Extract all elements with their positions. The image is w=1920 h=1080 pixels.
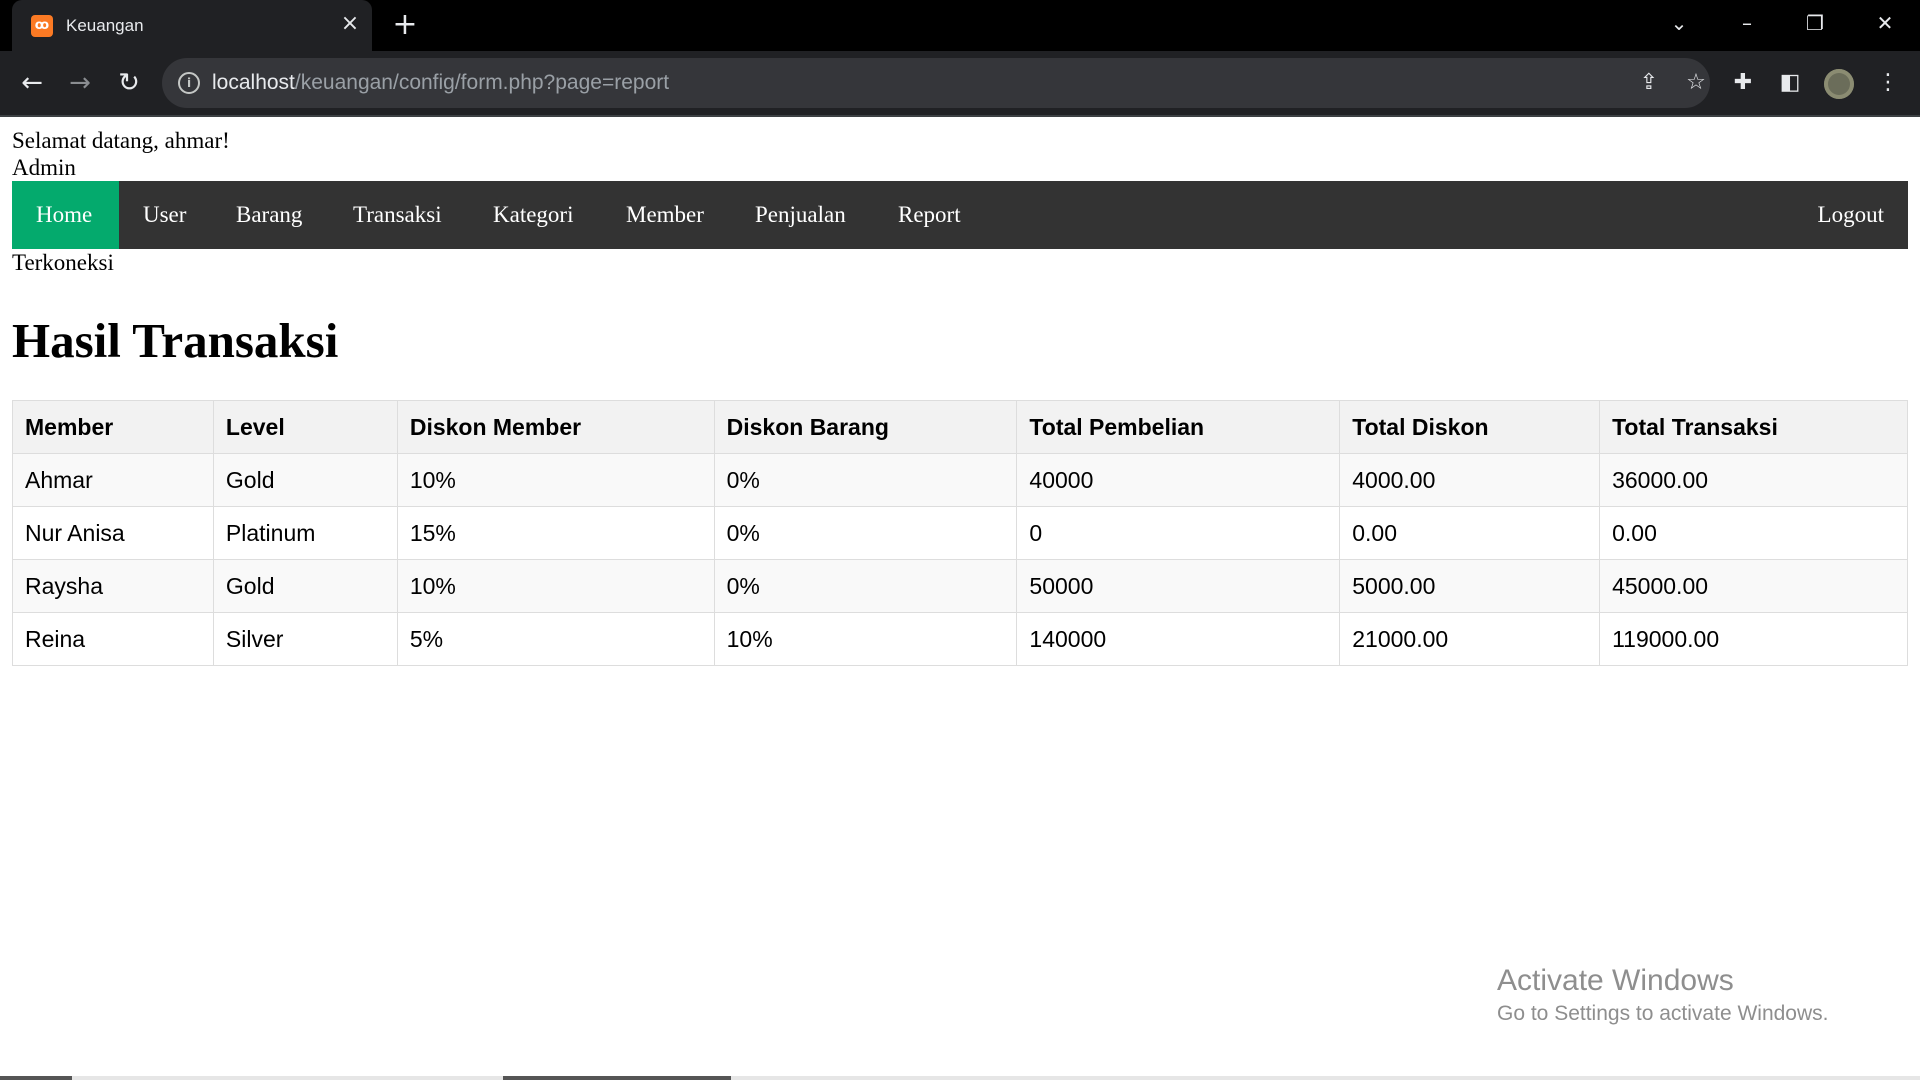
reload-icon[interactable]: ↻ [113, 67, 145, 99]
cell-diskon-barang: 0% [713, 559, 1018, 613]
cell-level: Platinum [212, 506, 398, 560]
cell-member: Ahmar [12, 453, 214, 507]
cell-diskon-barang: 10% [713, 612, 1018, 666]
connection-status: Terkoneksi [12, 250, 114, 275]
transaction-report-table: Member Level Diskon Member Diskon Barang… [12, 400, 1908, 666]
watermark-subtitle: Go to Settings to activate Windows. [1497, 1002, 1829, 1025]
cell-diskon-barang: 0% [713, 506, 1018, 560]
address-bar[interactable]: i localhost/keuangan/config/form.php?pag… [162, 58, 1710, 108]
share-icon[interactable]: ⇪ [1635, 69, 1663, 97]
table-header-row: Member Level Diskon Member Diskon Barang… [12, 400, 1908, 454]
table-row: Ahmar Gold 10% 0% 40000 4000.00 36000.00 [12, 453, 1908, 507]
cell-diskon-barang: 0% [713, 453, 1018, 507]
column-header-total-transaksi: Total Transaksi [1599, 400, 1908, 454]
side-panel-icon[interactable]: ◧ [1775, 68, 1805, 98]
cell-total-diskon: 5000.00 [1339, 559, 1601, 613]
column-header-total-diskon: Total Diskon [1339, 400, 1601, 454]
cell-total-diskon: 4000.00 [1339, 453, 1601, 507]
tab-search-chevron-icon[interactable]: ⌄ [1661, 8, 1697, 38]
cell-total-diskon: 0.00 [1339, 506, 1601, 560]
logout-link[interactable]: Logout [1794, 181, 1908, 249]
browser-toolbar: ← → ↻ i localhost/keuangan/config/form.p… [0, 51, 1920, 115]
column-header-member: Member [12, 400, 214, 454]
nav-kategori[interactable]: Kategori [469, 181, 597, 249]
nav-penjualan[interactable]: Penjualan [731, 181, 870, 249]
column-header-diskon-member: Diskon Member [396, 400, 715, 454]
cell-total-pembelian: 0 [1016, 506, 1341, 560]
taskbar-edge [0, 1076, 1920, 1080]
cell-diskon-member: 10% [396, 453, 715, 507]
cell-total-transaksi: 0.00 [1599, 506, 1908, 560]
close-tab-icon[interactable]: × [338, 12, 362, 36]
cell-level: Gold [212, 453, 398, 507]
cell-total-pembelian: 140000 [1016, 612, 1341, 666]
cell-total-pembelian: 50000 [1016, 559, 1341, 613]
nav-home[interactable]: Home [12, 181, 119, 249]
tab-title: Keuangan [66, 16, 144, 35]
browser-menu-icon[interactable]: ⋮ [1873, 68, 1903, 98]
page-content: Selamat datang, ahmar! Admin Home User B… [12, 117, 1908, 666]
nav-user[interactable]: User [119, 181, 210, 249]
table-row: Raysha Gold 10% 0% 50000 5000.00 45000.0… [12, 559, 1908, 613]
user-role: Admin [12, 155, 76, 180]
url-text[interactable]: localhost/keuangan/config/form.php?page=… [212, 70, 669, 96]
main-navbar: Home User Barang Transaksi Kategori Memb… [12, 181, 1908, 249]
cell-total-pembelian: 40000 [1016, 453, 1341, 507]
profile-avatar[interactable] [1824, 69, 1854, 99]
cell-total-diskon: 21000.00 [1339, 612, 1601, 666]
cell-total-transaksi: 119000.00 [1599, 612, 1908, 666]
bookmark-star-icon[interactable]: ☆ [1682, 69, 1710, 97]
column-header-total-pembelian: Total Pembelian [1016, 400, 1341, 454]
browser-tab[interactable]: ꝏ Keuangan × [12, 0, 372, 51]
windows-activation-watermark: Activate Windows Go to Settings to activ… [1497, 963, 1829, 1029]
new-tab-icon[interactable]: + [390, 10, 420, 40]
browser-tab-strip: ꝏ Keuangan × + ⌄ – ❐ ✕ [0, 0, 1920, 51]
back-arrow-icon[interactable]: ← [16, 67, 48, 99]
table-row: Nur Anisa Platinum 15% 0% 0 0.00 0.00 [12, 506, 1908, 560]
column-header-level: Level [212, 400, 398, 454]
nav-report[interactable]: Report [874, 181, 985, 249]
xampp-favicon-icon: ꝏ [31, 15, 53, 37]
restore-icon[interactable]: ❐ [1797, 8, 1833, 38]
cell-member: Reina [12, 612, 214, 666]
table-row: Reina Silver 5% 10% 140000 21000.00 1190… [12, 612, 1908, 666]
forward-arrow-icon[interactable]: → [64, 67, 96, 99]
cell-diskon-member: 15% [396, 506, 715, 560]
cell-diskon-member: 10% [396, 559, 715, 613]
nav-member[interactable]: Member [602, 181, 728, 249]
cell-level: Silver [212, 612, 398, 666]
page-title: Hasil Transaksi [12, 313, 339, 368]
cell-total-transaksi: 45000.00 [1599, 559, 1908, 613]
cell-member: Nur Anisa [12, 506, 214, 560]
watermark-title: Activate Windows [1497, 964, 1734, 997]
cell-total-transaksi: 36000.00 [1599, 453, 1908, 507]
welcome-text: Selamat datang, ahmar! [12, 128, 230, 153]
nav-barang[interactable]: Barang [212, 181, 326, 249]
cell-level: Gold [212, 559, 398, 613]
cell-diskon-member: 5% [396, 612, 715, 666]
cell-member: Raysha [12, 559, 214, 613]
nav-transaksi[interactable]: Transaksi [329, 181, 466, 249]
site-info-icon[interactable]: i [178, 72, 200, 94]
column-header-diskon-barang: Diskon Barang [713, 400, 1018, 454]
minimize-icon[interactable]: – [1729, 8, 1765, 38]
extensions-puzzle-icon[interactable]: ✚ [1728, 68, 1758, 98]
close-window-icon[interactable]: ✕ [1867, 8, 1903, 38]
